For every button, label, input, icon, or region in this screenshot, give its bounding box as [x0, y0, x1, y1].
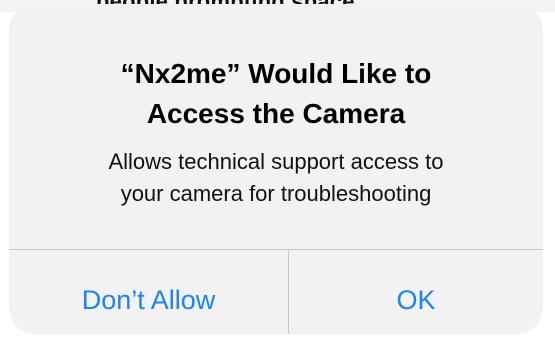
- alert-title-line-2: Access the Camera: [146, 98, 406, 129]
- alert-message: Allows technical support access to your …: [9, 146, 543, 210]
- alert-message-line-2: your camera for troubleshooting: [120, 181, 432, 206]
- alert-content: “Nx2me” Would Like to Access the Camera …: [9, 4, 543, 249]
- alert-message-line-1: Allows technical support access to: [108, 149, 444, 174]
- ok-button[interactable]: OK: [289, 250, 543, 334]
- camera-permission-alert: “Nx2me” Would Like to Access the Camera …: [9, 4, 543, 334]
- dont-allow-button[interactable]: Don’t Allow: [9, 250, 288, 334]
- alert-title: “Nx2me” Would Like to Access the Camera: [9, 54, 543, 134]
- alert-title-line-1: “Nx2me” Would Like to: [120, 58, 432, 89]
